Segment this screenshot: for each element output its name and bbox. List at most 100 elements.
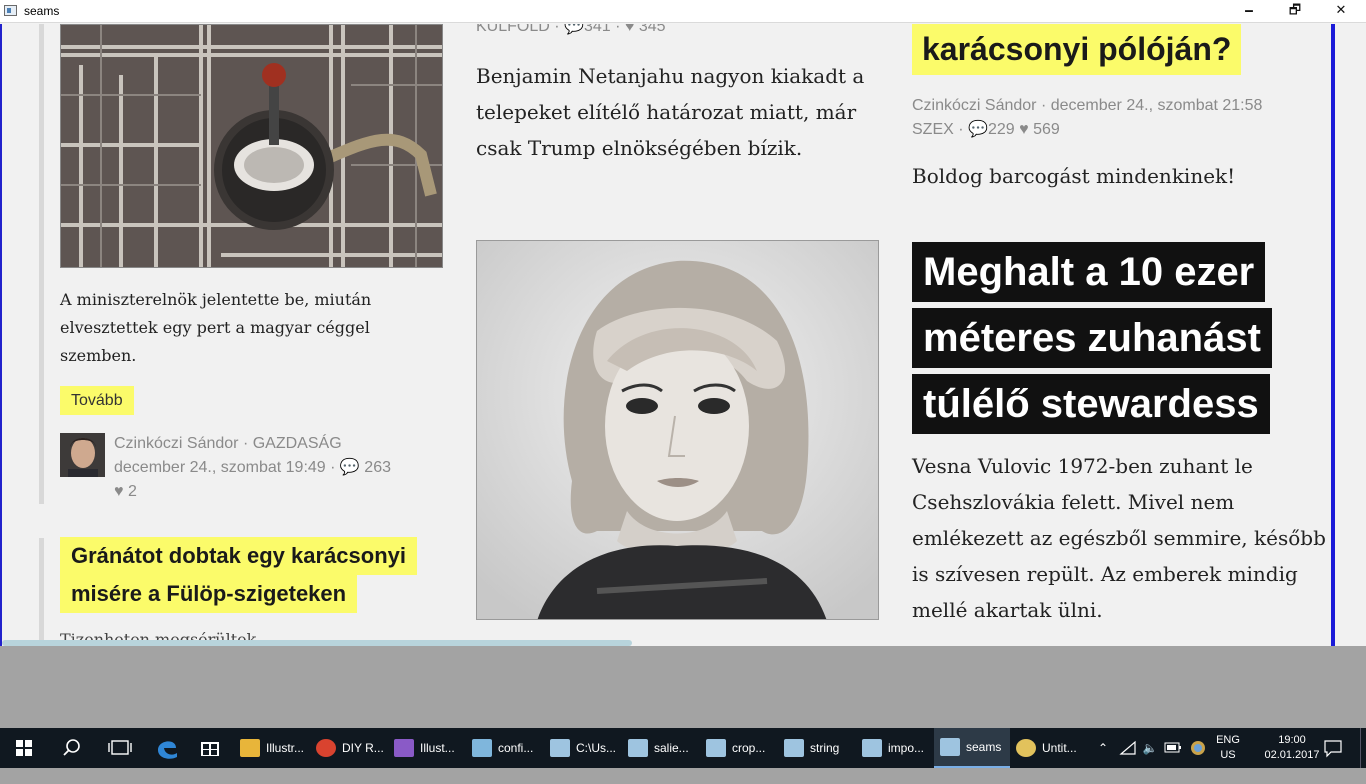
- notepad-icon: [472, 739, 492, 757]
- category-link[interactable]: SZEX: [912, 121, 954, 138]
- taskbar-store[interactable]: [190, 728, 230, 768]
- taskbar-app-label: salie...: [654, 741, 689, 755]
- article-headline[interactable]: karácsonyi pólóján?: [912, 24, 1242, 75]
- task-view-button[interactable]: [96, 728, 144, 768]
- edge-icon: [158, 741, 177, 759]
- taskbar-edge[interactable]: [144, 728, 190, 768]
- comment-icon: 💬: [339, 459, 360, 476]
- heart-icon[interactable]: ♥: [1019, 121, 1029, 138]
- maximize-button[interactable]: 🗗: [1272, 0, 1318, 23]
- horizontal-scrollbar[interactable]: [2, 640, 632, 646]
- store-icon: [201, 742, 219, 756]
- task-view-icon: [108, 740, 132, 755]
- article-headline[interactable]: Gránátot dobtak egy karácsonyi misére a …: [60, 537, 417, 613]
- author-avatar[interactable]: [60, 433, 105, 477]
- language-indicator[interactable]: ENG US: [1212, 733, 1244, 763]
- taskbar-app-active[interactable]: seams: [934, 728, 1010, 768]
- headline-line[interactable]: Meghalt a 10 ezer: [912, 242, 1266, 302]
- heart-icon[interactable]: ♥: [114, 483, 124, 500]
- window-border: [1331, 24, 1335, 646]
- app-window: seams 🗕 🗗 ✕ A miniszterelnök jelentette …: [0, 0, 1366, 646]
- taskbar-app[interactable]: Untit...: [1016, 728, 1088, 768]
- taskbar-app[interactable]: salie...: [628, 728, 700, 768]
- headline-line[interactable]: misére a Fülöp-szigeteken: [60, 575, 358, 613]
- separator: ·: [958, 121, 969, 138]
- taskbar-app-label: Illustr...: [266, 741, 305, 755]
- headline-line[interactable]: karácsonyi pólóján?: [912, 24, 1242, 75]
- category-link[interactable]: GAZDASÁG: [253, 435, 342, 452]
- comment-count[interactable]: 341: [584, 24, 611, 35]
- clock-date: 02.01.2017: [1264, 749, 1320, 761]
- title-bar[interactable]: seams 🗕 🗗 ✕: [0, 0, 1366, 23]
- volume-icon[interactable]: 🔈: [1140, 728, 1160, 768]
- page-viewport[interactable]: A miniszterelnök jelentette be, miután e…: [0, 24, 1366, 646]
- action-center-icon[interactable]: [1322, 728, 1344, 768]
- taskbar-app[interactable]: C:\Us...: [550, 728, 622, 768]
- article-excerpt: A miniszterelnök jelentette be, miután e…: [60, 290, 372, 365]
- heart-icon[interactable]: ♥: [625, 24, 635, 35]
- separator: ·: [1040, 97, 1051, 114]
- app-window-icon: [4, 5, 17, 16]
- author-link[interactable]: Czinkóczi Sándor: [114, 435, 239, 452]
- taskbar-app-label: confi...: [498, 741, 534, 755]
- tray-chevron-up-icon[interactable]: ⌃: [1094, 728, 1112, 768]
- separator: ·: [615, 24, 625, 35]
- folder-icon: [240, 739, 260, 757]
- console-window-icon: [628, 739, 648, 757]
- headline-line[interactable]: Gránátot dobtak egy karácsonyi: [60, 537, 417, 575]
- taskbar-app[interactable]: DIY R...: [316, 728, 388, 768]
- taskbar-app[interactable]: impo...: [862, 728, 934, 768]
- taskbar-app[interactable]: Illust...: [394, 728, 466, 768]
- article-headline[interactable]: Meghalt a 10 ezer méteres zuhanást túlél…: [912, 242, 1272, 440]
- article-meta: KÜLFÖLD · 💬341 · ♥ 345: [476, 24, 666, 36]
- separator: ·: [554, 24, 565, 35]
- battery-icon[interactable]: [1162, 728, 1184, 768]
- taskbar-app-label: Untit...: [1042, 741, 1077, 755]
- comment-count[interactable]: 263: [364, 459, 391, 476]
- taskbar-app-label: Illust...: [420, 741, 455, 755]
- author-link[interactable]: Czinkóczi Sándor: [912, 97, 1037, 114]
- article-excerpt: Boldog barcogást mindenkinek!: [912, 164, 1236, 188]
- console-window-icon: [784, 739, 804, 757]
- onedrive-icon[interactable]: [1186, 728, 1210, 768]
- keyboard-layout: US: [1220, 749, 1236, 761]
- taskbar-app[interactable]: confi...: [472, 728, 542, 768]
- chrome-icon: [316, 739, 336, 757]
- separator: ·: [330, 459, 340, 476]
- article-accent-bar: [39, 24, 44, 504]
- search-button[interactable]: [48, 728, 96, 768]
- article-meta: Czinkóczi Sándor · GAZDASÁG december 24.…: [114, 432, 391, 504]
- taskbar-app-label: string: [810, 741, 840, 755]
- stewardess-portrait-photo[interactable]: [476, 240, 879, 620]
- console-window-icon: [862, 739, 882, 757]
- close-button[interactable]: ✕: [1318, 0, 1364, 23]
- network-icon[interactable]: [1118, 728, 1138, 768]
- taskbar-app[interactable]: Illustr...: [240, 728, 310, 768]
- article-meta: Czinkóczi Sándor · december 24., szombat…: [912, 94, 1262, 142]
- taskbar: Illustr... DIY R... Illust... confi... C…: [0, 728, 1366, 768]
- headline-line[interactable]: méteres zuhanást: [912, 308, 1272, 368]
- taskbar-app-label: C:\Us...: [576, 741, 617, 755]
- console-window-icon: [706, 739, 726, 757]
- taskbar-app[interactable]: string: [784, 728, 856, 768]
- console-window-icon: [940, 738, 960, 756]
- category-link[interactable]: KÜLFÖLD: [476, 24, 550, 35]
- search-icon: [63, 739, 80, 756]
- like-count: 2: [127, 483, 137, 500]
- minimize-button[interactable]: 🗕: [1226, 0, 1272, 23]
- article-excerpt: Benjamin Netanjahu nagyon kiakadt a tele…: [476, 64, 865, 160]
- console-window-icon: [550, 739, 570, 757]
- comment-count[interactable]: 229: [988, 121, 1015, 138]
- paint-icon: [1016, 739, 1036, 757]
- refinery-photo[interactable]: [60, 24, 443, 268]
- clock[interactable]: 19:00 02.01.2017: [1262, 733, 1322, 763]
- taskbar-app[interactable]: crop...: [706, 728, 778, 768]
- window-title: seams: [24, 4, 60, 18]
- headline-line[interactable]: túlélő stewardess: [912, 374, 1270, 434]
- like-count: 569: [1033, 121, 1060, 138]
- show-desktop-button[interactable]: [1360, 728, 1366, 768]
- article-accent-bar: [39, 538, 44, 646]
- start-button[interactable]: [0, 728, 48, 768]
- read-more-button[interactable]: Tovább: [60, 386, 134, 415]
- taskbar-app-label: crop...: [732, 741, 766, 755]
